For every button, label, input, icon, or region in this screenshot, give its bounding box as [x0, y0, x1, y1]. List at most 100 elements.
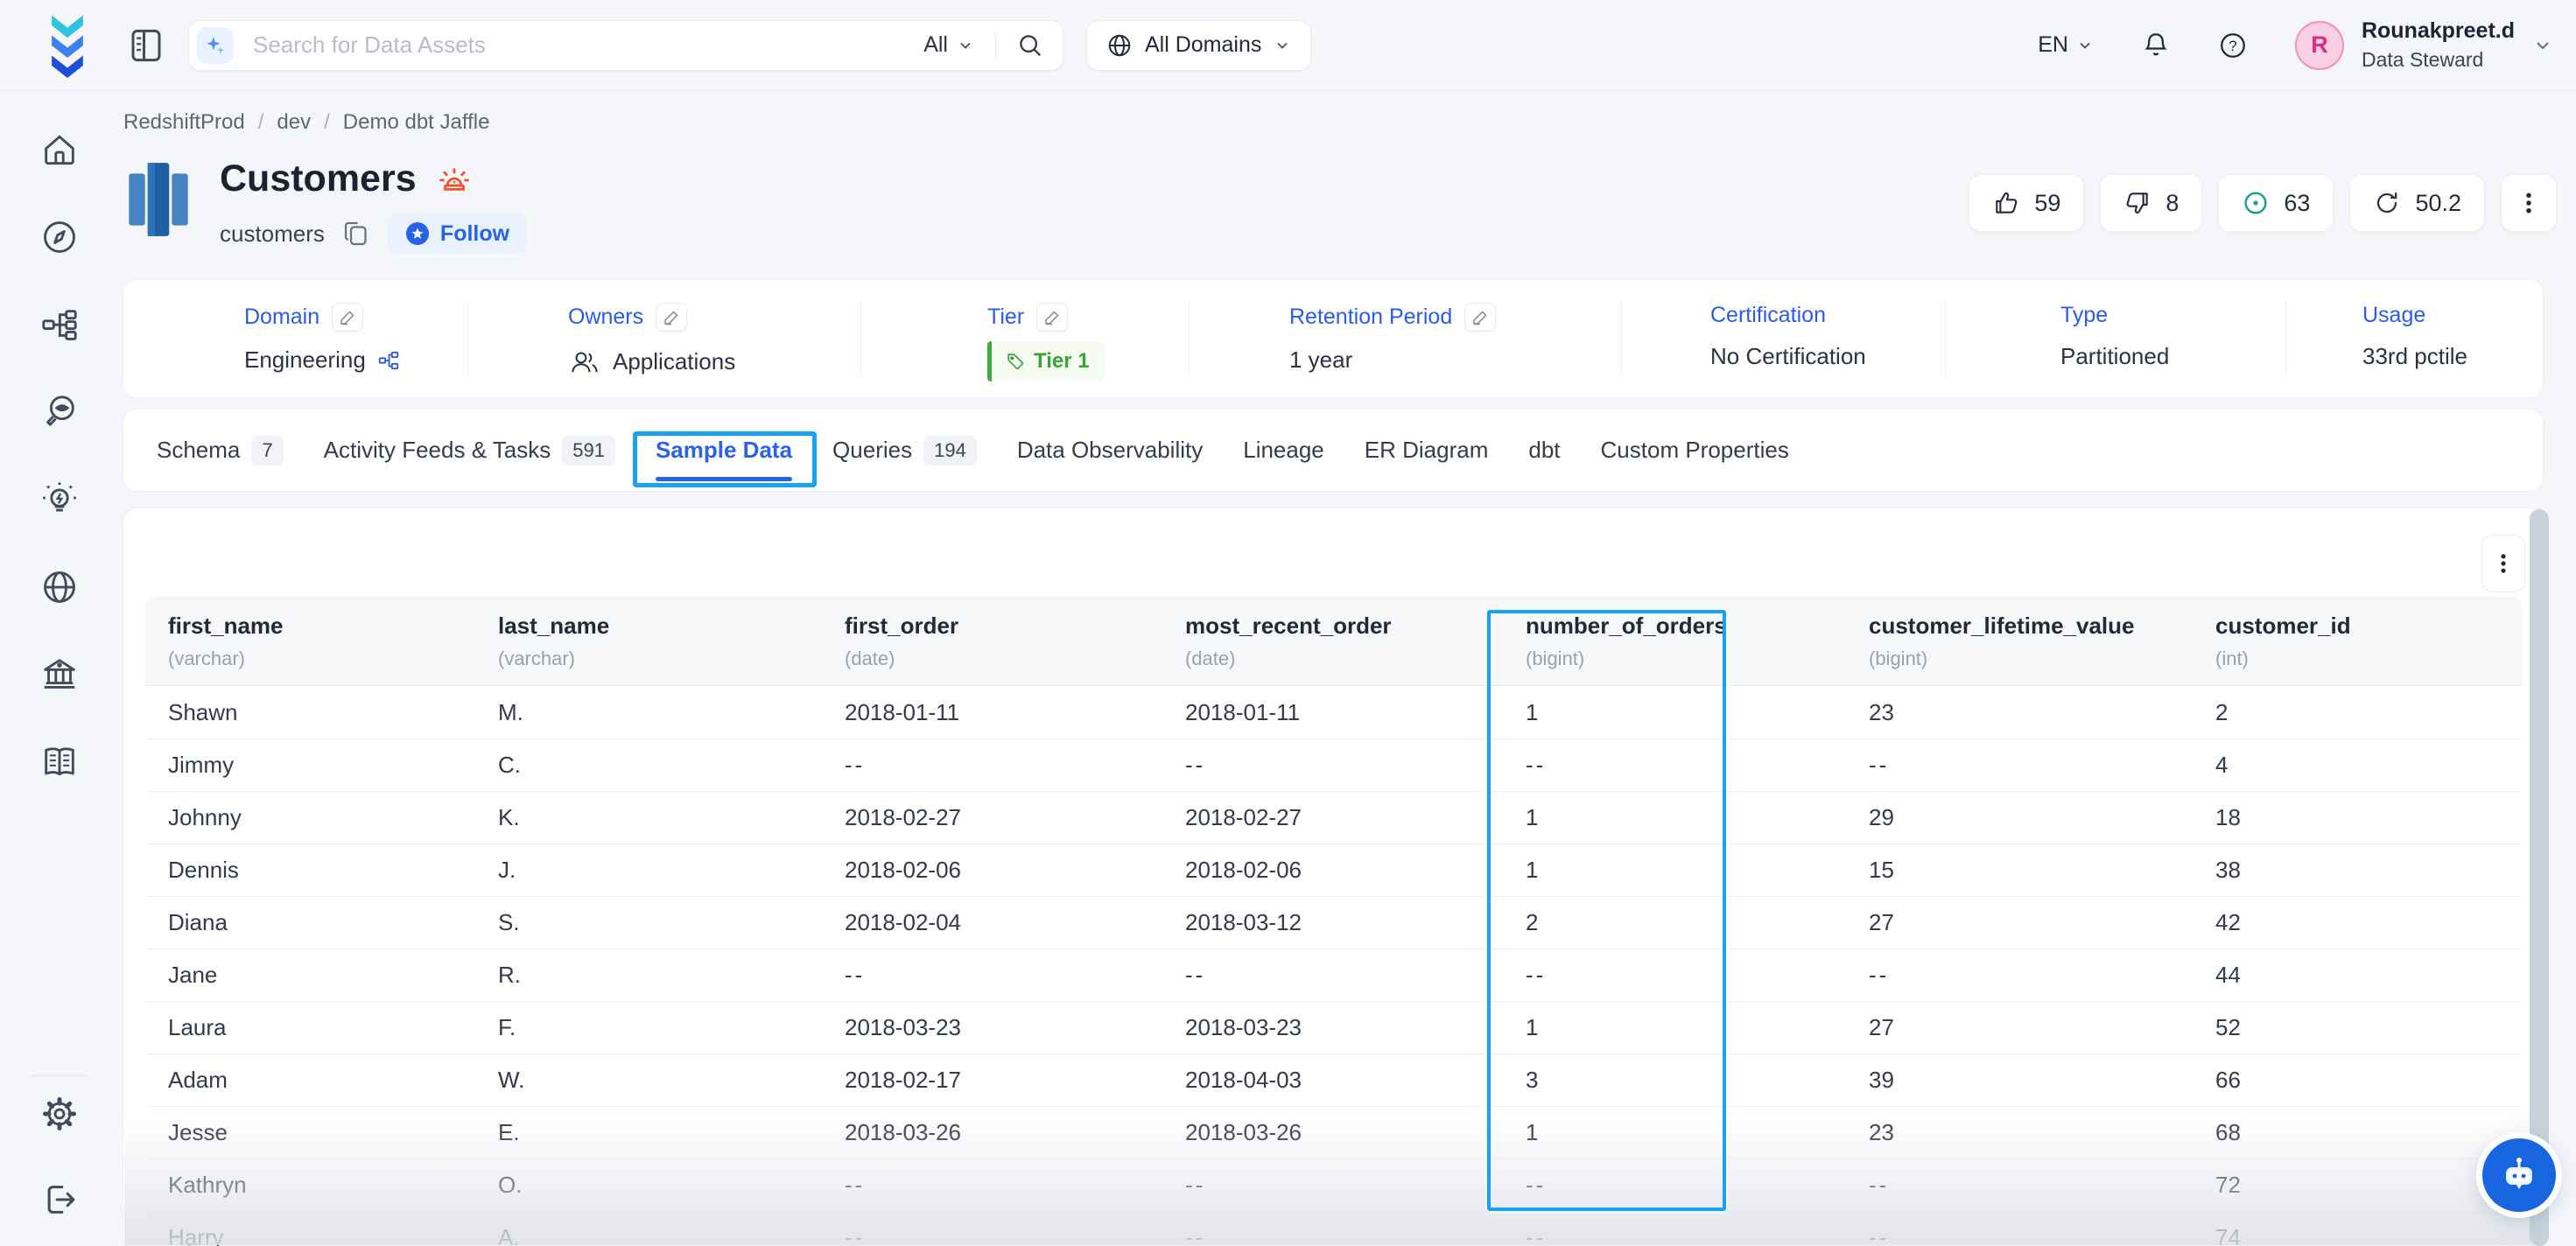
search-icon[interactable]	[1017, 32, 1043, 59]
edit-owners-button[interactable]	[656, 303, 687, 332]
sidebar-collapse-icon[interactable]	[129, 25, 164, 66]
sample-data-table: first_name(varchar)last_name(varchar)fir…	[145, 596, 2522, 1246]
observability-icon[interactable]	[39, 392, 80, 432]
table-cell: M.	[475, 686, 822, 738]
table-cell: --	[822, 948, 1162, 1001]
help-icon[interactable]: ?	[2218, 31, 2248, 60]
follow-label: Follow	[440, 221, 509, 247]
tab-dbt[interactable]: dbt	[1528, 410, 1560, 491]
sample-data-more-button[interactable]	[2481, 535, 2525, 592]
freshness-count: 50.2	[2415, 190, 2461, 217]
tab-er-diagram[interactable]: ER Diagram	[1365, 410, 1489, 491]
tab-lineage[interactable]: Lineage	[1243, 410, 1324, 491]
settings-icon[interactable]	[39, 1094, 80, 1134]
compass-icon[interactable]	[39, 217, 80, 257]
table-cell: --	[1162, 1158, 1503, 1211]
table-cell: E.	[475, 1106, 822, 1158]
scrollbar[interactable]	[2530, 509, 2549, 1246]
table-cell: F.	[475, 1001, 822, 1054]
global-search-bar[interactable]: All	[188, 20, 1063, 71]
divider	[1621, 299, 1622, 376]
web-icon[interactable]	[39, 567, 80, 607]
notifications-bell-icon[interactable]	[2141, 31, 2171, 60]
glossary-icon[interactable]	[39, 742, 80, 782]
tab-schema[interactable]: Schema 7	[157, 410, 284, 491]
logout-icon[interactable]	[39, 1180, 80, 1220]
column-name: customer_id	[2215, 612, 2522, 640]
edit-domain-button[interactable]	[332, 303, 363, 332]
property-certification: Certification No Certification	[1710, 303, 1866, 370]
table-row: JaneR.--------44	[145, 948, 2522, 1001]
table-cell: J.	[475, 844, 822, 896]
retention-label: Retention Period	[1289, 304, 1452, 330]
insights-icon[interactable]	[39, 480, 80, 520]
app-window: All All Domains EN	[0, 0, 2576, 1246]
table-cell: --	[1846, 738, 2193, 791]
user-name: Rounakpreet.d	[2362, 18, 2515, 44]
column-header-number_of_orders[interactable]: number_of_orders(bigint)	[1503, 596, 1846, 686]
table-cell: 66	[2193, 1054, 2522, 1106]
column-type: (varchar)	[498, 648, 822, 670]
column-header-most_recent_order[interactable]: most_recent_order(date)	[1162, 596, 1503, 686]
language-selector[interactable]: EN	[2038, 32, 2094, 58]
column-name: first_name	[168, 612, 475, 640]
tab-data-observability[interactable]: Data Observability	[1017, 410, 1203, 491]
breadcrumb-item[interactable]: RedshiftProd	[123, 110, 245, 135]
breadcrumb-item[interactable]: Demo dbt Jaffle	[343, 110, 490, 135]
certification-label: Certification	[1710, 303, 1826, 328]
popularity-button[interactable]: 63	[2218, 174, 2334, 232]
tab-queries[interactable]: Queries194	[832, 410, 977, 491]
search-scope-dropdown[interactable]: All	[923, 32, 974, 58]
left-nav-sidebar	[0, 91, 119, 1246]
table-cell: --	[1846, 948, 2193, 1001]
chatbot-button[interactable]	[2482, 1138, 2556, 1212]
tab-label: ER Diagram	[1365, 437, 1489, 464]
table-cell: 2018-02-06	[822, 844, 1162, 896]
usage-label: Usage	[2362, 303, 2425, 328]
tab-label: Schema	[157, 437, 240, 464]
table-cell: 2018-02-27	[1162, 791, 1503, 844]
table-cell: 23	[1846, 1106, 2193, 1158]
table-cell: --	[1162, 948, 1503, 1001]
owners-value[interactable]: Applications	[613, 348, 735, 375]
lineage-icon[interactable]	[39, 304, 80, 345]
breadcrumb: RedshiftProd/dev/Demo dbt Jaffle	[123, 110, 489, 135]
asset-more-actions-button[interactable]	[2501, 174, 2557, 232]
table-cell: 1	[1503, 1001, 1846, 1054]
tab-sample-data[interactable]: Sample Data	[656, 410, 792, 491]
follow-button[interactable]: Follow	[388, 214, 527, 254]
edit-tier-button[interactable]	[1036, 303, 1068, 332]
governance-icon[interactable]	[39, 654, 80, 695]
table-body: ShawnM.2018-01-112018-01-111232JimmyC.--…	[145, 686, 2522, 1246]
ai-sparkle-icon[interactable]	[197, 27, 234, 64]
column-header-first_name[interactable]: first_name(varchar)	[145, 596, 475, 686]
edit-retention-button[interactable]	[1464, 303, 1496, 332]
search-input[interactable]	[253, 32, 923, 59]
chevron-down-icon	[2532, 35, 2553, 56]
user-menu[interactable]: R Rounakpreet.d Data Steward	[2295, 18, 2553, 72]
tab-custom-properties[interactable]: Custom Properties	[1601, 410, 1789, 491]
tier-badge[interactable]: Tier 1	[987, 341, 1104, 382]
table-cell: Dennis	[145, 844, 475, 896]
freshness-button[interactable]: 50.2	[2349, 174, 2485, 232]
column-header-customer_id[interactable]: customer_id(int)	[2193, 596, 2522, 686]
upvotes-button[interactable]: 59	[1969, 174, 2084, 232]
domain-value[interactable]: Engineering	[244, 346, 366, 374]
column-header-customer_lifetime_value[interactable]: customer_lifetime_value(bigint)	[1846, 596, 2193, 686]
home-icon[interactable]	[39, 130, 80, 170]
tab-activity-feeds-tasks[interactable]: Activity Feeds & Tasks591	[324, 410, 615, 491]
downvotes-button[interactable]: 8	[2100, 174, 2202, 232]
column-name: last_name	[498, 612, 822, 640]
all-domains-button[interactable]: All Domains	[1086, 20, 1311, 71]
table-cell: 1	[1503, 686, 1846, 738]
column-header-first_order[interactable]: first_order(date)	[822, 596, 1162, 686]
table-cell: --	[1162, 1211, 1503, 1246]
copy-icon[interactable]	[340, 218, 372, 249]
column-header-last_name[interactable]: last_name (varchar)	[475, 596, 822, 686]
table-cell: Laura	[145, 1001, 475, 1054]
tab-count-badge: 7	[251, 436, 283, 466]
table-header-row: first_name(varchar)last_name(varchar)fir…	[145, 596, 2522, 686]
avatar[interactable]: R	[2295, 21, 2344, 70]
breadcrumb-item[interactable]: dev	[277, 110, 311, 135]
pencil-icon	[1043, 309, 1061, 326]
